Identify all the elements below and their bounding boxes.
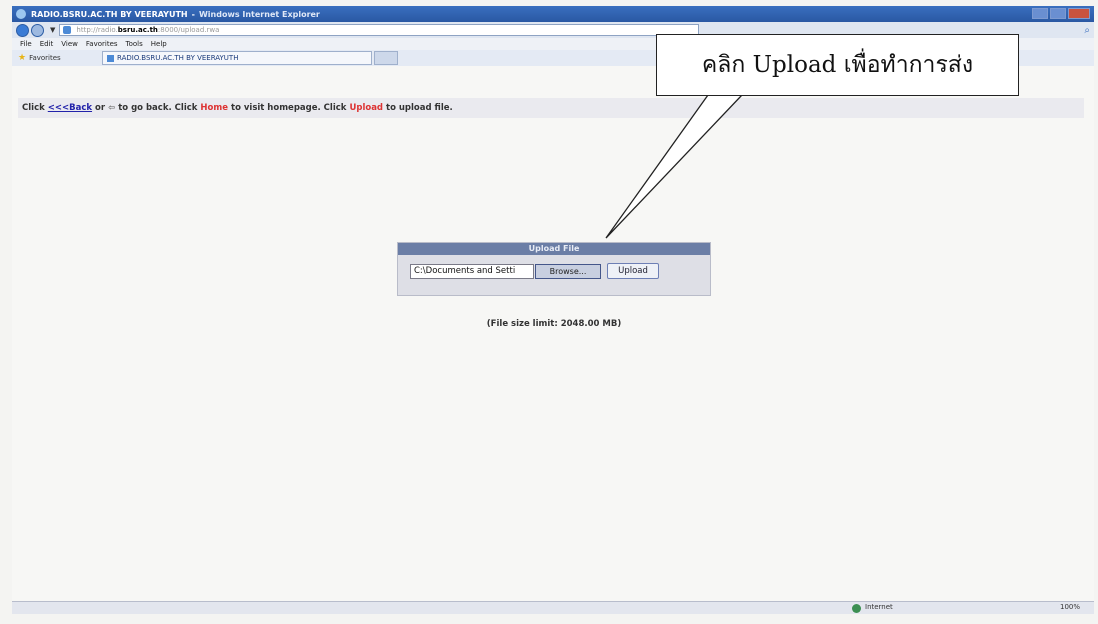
- page-icon: [63, 26, 72, 34]
- back-arrow-icon[interactable]: ⇦: [108, 103, 115, 113]
- page-content: Click <<<Back or ⇦ to go back. Click Hom…: [12, 66, 1094, 601]
- close-button[interactable]: [1068, 8, 1090, 19]
- upload-button[interactable]: Upload: [607, 263, 659, 279]
- home-link[interactable]: Home: [200, 103, 228, 113]
- status-bar: Internet 100%: [12, 601, 1094, 614]
- star-icon: ★: [18, 53, 27, 63]
- security-zone: Internet: [865, 603, 893, 611]
- globe-icon: [852, 604, 861, 613]
- favorites-label: Favorites: [29, 54, 61, 62]
- back-button[interactable]: [16, 23, 29, 37]
- address-path: :8000/upload.rwa: [157, 26, 220, 34]
- menu-edit[interactable]: Edit: [40, 40, 54, 48]
- minimize-button[interactable]: [1032, 8, 1048, 19]
- forward-button[interactable]: [31, 23, 44, 37]
- instruction-callout: คลิก Upload เพื่อทำการส่ง: [656, 34, 1019, 96]
- window-title-bar: RADIO.BSRU.AC.TH BY VEERAYUTH - Windows …: [12, 6, 1094, 22]
- history-dropdown-icon[interactable]: ▼: [50, 26, 55, 34]
- menu-view[interactable]: View: [61, 40, 78, 48]
- upload-form-row: C:\Documents and Setti Browse... Upload: [398, 255, 710, 279]
- address-host: bsru.ac.th: [117, 26, 158, 34]
- tab-active[interactable]: RADIO.BSRU.AC.TH BY VEERAYUTH: [102, 51, 372, 65]
- tab-page-icon: [107, 54, 114, 62]
- browse-button[interactable]: Browse...: [535, 263, 601, 279]
- maximize-button[interactable]: [1050, 8, 1066, 19]
- upload-link[interactable]: Upload: [349, 103, 383, 113]
- search-icon[interactable]: ⌕: [1084, 25, 1090, 36]
- window-controls: [1032, 8, 1090, 19]
- tab-title: RADIO.BSRU.AC.TH BY VEERAYUTH: [117, 54, 239, 62]
- menu-favorites[interactable]: Favorites: [86, 40, 118, 48]
- zoom-level[interactable]: 100%: [1060, 603, 1080, 611]
- ie-logo-icon: [16, 9, 26, 19]
- back-link[interactable]: <<<Back: [48, 103, 92, 113]
- new-tab-button[interactable]: [374, 51, 398, 65]
- upload-file-panel: Upload File C:\Documents and Setti Brows…: [397, 242, 711, 296]
- upload-panel-header: Upload File: [398, 243, 710, 255]
- address-prefix: http://radio.: [76, 26, 118, 34]
- file-size-limit: (File size limit: 2048.00 MB): [486, 319, 622, 329]
- window-title: RADIO.BSRU.AC.TH BY VEERAYUTH: [31, 9, 188, 19]
- file-path-input[interactable]: C:\Documents and Setti: [410, 263, 534, 279]
- menu-help[interactable]: Help: [151, 40, 167, 48]
- navigation-info-bar: Click <<<Back or ⇦ to go back. Click Hom…: [18, 98, 1084, 118]
- address-bar[interactable]: http://radio. bsru.ac.th:8000/upload.rwa: [59, 24, 700, 36]
- favorites-button[interactable]: ★ Favorites: [18, 53, 98, 63]
- menu-file[interactable]: File: [20, 40, 32, 48]
- app-name: Windows Internet Explorer: [198, 9, 320, 19]
- menu-tools[interactable]: Tools: [126, 40, 143, 48]
